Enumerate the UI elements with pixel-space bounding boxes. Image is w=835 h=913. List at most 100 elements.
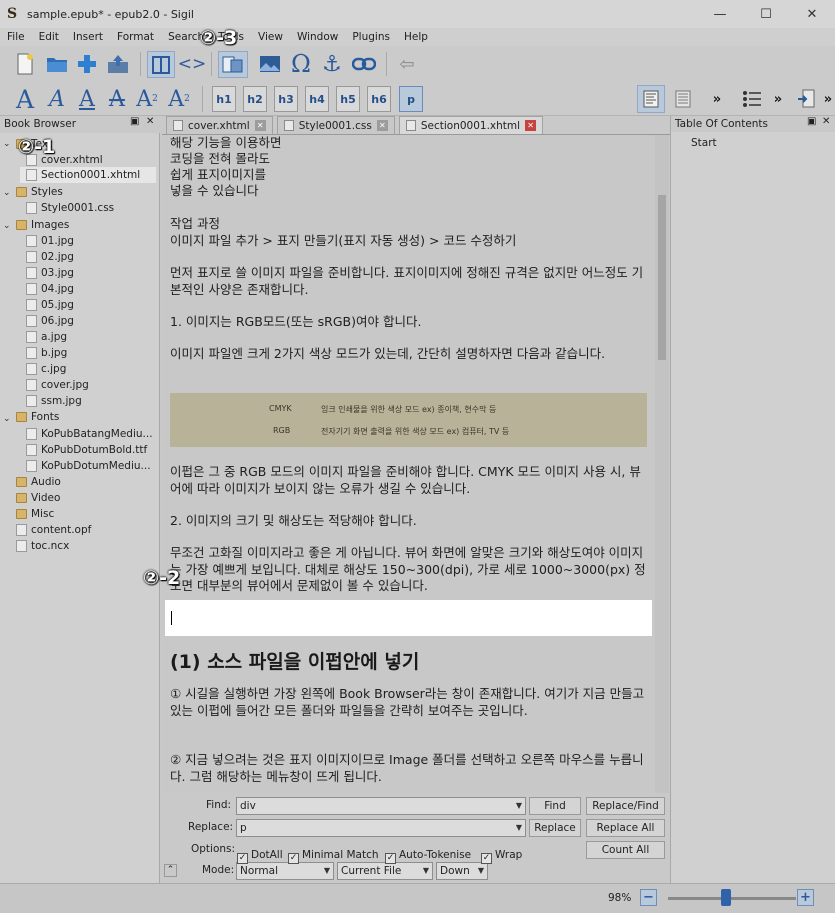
tree-image-file[interactable]: ssm.jpg bbox=[26, 393, 82, 409]
tree-file-content-opf[interactable]: content.opf bbox=[16, 522, 91, 538]
underline-icon[interactable]: A bbox=[74, 84, 100, 114]
folder-video[interactable]: Video bbox=[16, 490, 60, 506]
scrollbar-thumb[interactable] bbox=[658, 195, 666, 360]
italic-icon[interactable]: A bbox=[44, 84, 70, 114]
special-character-icon[interactable]: Ω bbox=[287, 50, 315, 78]
tree-image-file[interactable]: b.jpg bbox=[26, 345, 67, 361]
option-dotall[interactable]: ✓ DotAll bbox=[237, 849, 283, 864]
maximize-icon[interactable]: ☐ bbox=[743, 0, 789, 28]
close-panel-icon[interactable]: ✕ bbox=[146, 116, 154, 127]
folder-styles[interactable]: Styles bbox=[16, 184, 63, 200]
add-plus-icon[interactable] bbox=[75, 52, 99, 76]
tree-image-file[interactable]: 03.jpg bbox=[26, 265, 74, 281]
h1-button[interactable]: h1 bbox=[212, 86, 236, 112]
close-tab-icon[interactable]: ✕ bbox=[376, 120, 388, 131]
option-auto-tokenise[interactable]: ✓ Auto-Tokenise bbox=[385, 849, 471, 864]
save-icon[interactable] bbox=[106, 52, 130, 76]
menu-view[interactable]: View bbox=[251, 31, 290, 43]
paragraph-button[interactable]: p bbox=[399, 86, 423, 112]
new-file-icon[interactable] bbox=[13, 52, 37, 76]
tab-style0001-css[interactable]: Style0001.css ✕ bbox=[276, 116, 395, 134]
folder-misc[interactable]: Misc bbox=[16, 506, 54, 522]
toc-item-start[interactable]: Start bbox=[691, 135, 717, 151]
checkbox-checked-icon[interactable]: ✓ bbox=[237, 853, 248, 864]
chevron-down-icon[interactable]: ▼ bbox=[423, 866, 429, 875]
replace-all-button[interactable]: Replace All bbox=[586, 819, 665, 837]
tree-font-file[interactable]: KoPubBatangMediu... bbox=[26, 426, 153, 442]
tab-cover-xhtml[interactable]: cover.xhtml ✕ bbox=[166, 116, 273, 134]
direction-select[interactable]: Down ▼ bbox=[436, 862, 488, 880]
float-panel-icon[interactable]: ▣ bbox=[130, 116, 139, 127]
option-minimal-match[interactable]: ✓ Minimal Match bbox=[288, 849, 379, 864]
tree-image-file[interactable]: 06.jpg bbox=[26, 313, 74, 329]
h6-button[interactable]: h6 bbox=[367, 86, 391, 112]
subscript-icon[interactable]: A2 bbox=[134, 84, 160, 114]
collapse-icon[interactable]: ⌃ bbox=[164, 864, 177, 877]
toolbar-overflow-icon-3[interactable]: » bbox=[822, 88, 834, 110]
h5-button[interactable]: h5 bbox=[336, 86, 360, 112]
bullet-list-icon[interactable] bbox=[738, 85, 766, 113]
zoom-slider-handle[interactable] bbox=[721, 889, 732, 906]
new-cover-paragraph[interactable] bbox=[165, 600, 652, 636]
book-view-editor[interactable]: 해당 기능을 이용하면 코딩을 전혀 몰라도 쉽게 표지이미지를 넣을 수 있습… bbox=[162, 135, 655, 793]
tree-file-toc-ncx[interactable]: toc.ncx bbox=[16, 538, 69, 554]
menu-format[interactable]: Format bbox=[110, 31, 161, 43]
h2-button[interactable]: h2 bbox=[243, 86, 267, 112]
strikethrough-icon[interactable]: A bbox=[104, 84, 130, 114]
open-folder-icon[interactable] bbox=[45, 52, 69, 76]
tree-image-file[interactable]: cover.jpg bbox=[26, 377, 89, 393]
count-all-button[interactable]: Count All bbox=[586, 841, 665, 859]
menu-edit[interactable]: Edit bbox=[32, 31, 66, 43]
scope-select[interactable]: Current File ▼ bbox=[337, 862, 433, 880]
toolbar-overflow-icon[interactable]: » bbox=[710, 88, 724, 110]
chevron-down-icon[interactable]: ▼ bbox=[516, 801, 522, 810]
menu-help[interactable]: Help bbox=[397, 31, 435, 43]
expand-caret-icon[interactable]: ⌄ bbox=[3, 139, 11, 149]
close-tab-icon[interactable]: ✕ bbox=[254, 120, 266, 131]
book-view-icon[interactable] bbox=[147, 51, 175, 78]
insert-image-icon[interactable] bbox=[256, 52, 284, 76]
tree-image-file[interactable]: c.jpg bbox=[26, 361, 66, 377]
checkbox-checked-icon[interactable]: ✓ bbox=[385, 853, 396, 864]
close-icon[interactable]: ✕ bbox=[789, 0, 835, 28]
heading-font-icon[interactable]: A bbox=[12, 84, 38, 114]
insert-file-icon[interactable] bbox=[792, 85, 820, 113]
tree-file-style0001[interactable]: Style0001.css bbox=[26, 200, 114, 216]
checkbox-checked-icon[interactable]: ✓ bbox=[481, 853, 492, 864]
align-justify-icon[interactable] bbox=[669, 85, 697, 113]
option-wrap[interactable]: ✓ Wrap bbox=[481, 849, 522, 864]
chevron-down-icon[interactable]: ▼ bbox=[324, 866, 330, 875]
zoom-out-icon[interactable]: − bbox=[640, 889, 657, 906]
close-tab-icon[interactable]: ✕ bbox=[525, 120, 537, 131]
align-left-icon[interactable] bbox=[637, 85, 665, 113]
find-button[interactable]: Find bbox=[529, 797, 581, 815]
folder-audio[interactable]: Audio bbox=[16, 474, 61, 490]
menu-file[interactable]: File bbox=[0, 31, 32, 43]
code-view-icon[interactable]: <> bbox=[178, 52, 207, 76]
chevron-down-icon[interactable]: ▼ bbox=[516, 823, 522, 832]
find-input[interactable]: div ▼ bbox=[236, 797, 526, 815]
tree-file-section0001-selected[interactable]: Section0001.xhtml bbox=[20, 167, 156, 183]
expand-caret-icon[interactable]: ⌄ bbox=[3, 188, 11, 198]
expand-caret-icon[interactable]: ⌄ bbox=[3, 414, 11, 424]
expand-caret-icon[interactable]: ⌄ bbox=[3, 221, 11, 231]
menu-window[interactable]: Window bbox=[290, 31, 345, 43]
folder-fonts[interactable]: Fonts bbox=[16, 409, 59, 425]
float-panel-icon[interactable]: ▣ bbox=[807, 116, 816, 127]
link-icon[interactable] bbox=[350, 52, 378, 76]
tab-section0001-xhtml[interactable]: Section0001.xhtml ✕ bbox=[398, 116, 544, 134]
editor-scrollbar[interactable] bbox=[655, 135, 669, 793]
zoom-in-icon[interactable]: + bbox=[797, 889, 814, 906]
zoom-slider[interactable] bbox=[668, 897, 796, 900]
toolbar-overflow-icon-2[interactable]: » bbox=[771, 88, 785, 110]
tree-image-file[interactable]: 04.jpg bbox=[26, 281, 74, 297]
h3-button[interactable]: h3 bbox=[274, 86, 298, 112]
chevron-down-icon[interactable]: ▼ bbox=[478, 866, 484, 875]
minimize-icon[interactable]: — bbox=[697, 0, 743, 28]
tree-image-file[interactable]: 05.jpg bbox=[26, 297, 74, 313]
close-panel-icon[interactable]: ✕ bbox=[822, 116, 830, 127]
folder-images[interactable]: Images bbox=[16, 217, 69, 233]
anchor-icon[interactable]: ⚓ bbox=[318, 50, 346, 78]
tree-image-file[interactable]: 02.jpg bbox=[26, 249, 74, 265]
replace-input[interactable]: p ▼ bbox=[236, 819, 526, 837]
